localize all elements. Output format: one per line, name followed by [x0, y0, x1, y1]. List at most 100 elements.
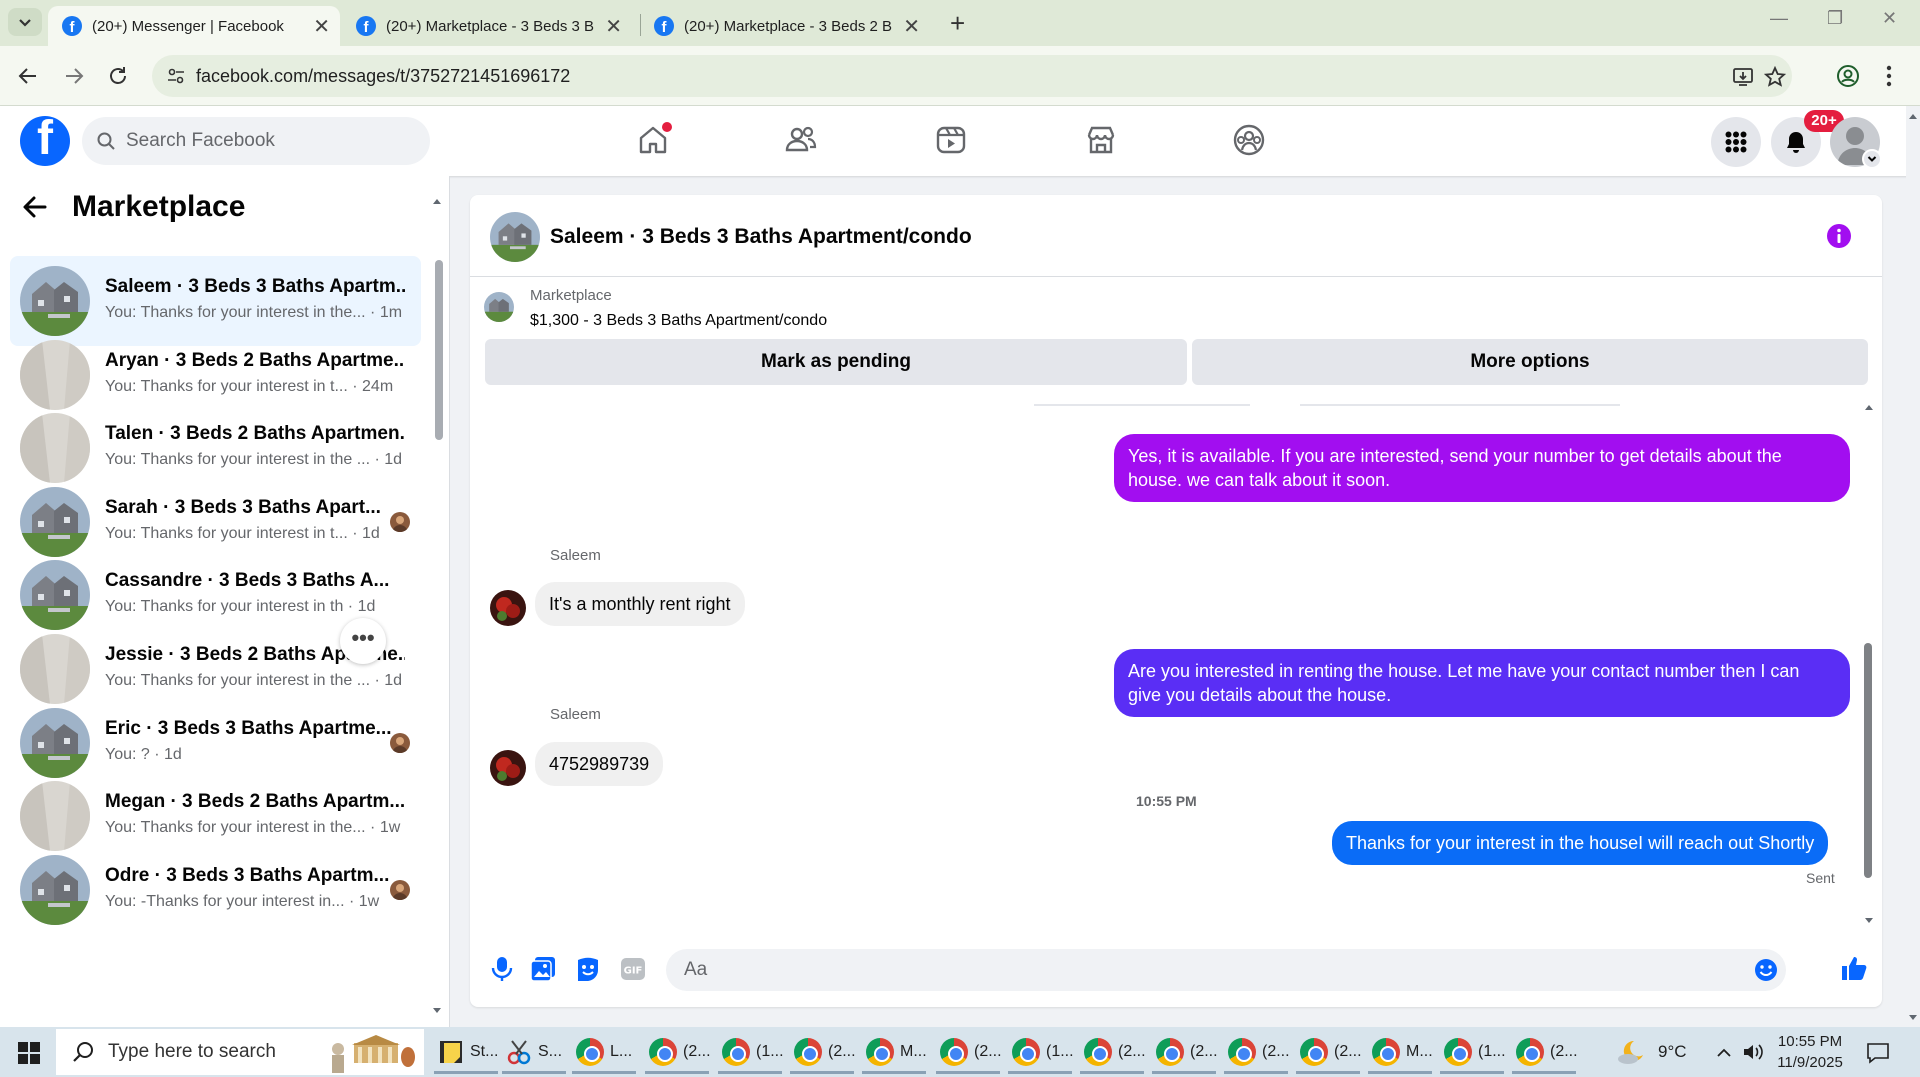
outgoing-message[interactable]: Yes, it is available. If you are interes…	[1114, 434, 1850, 502]
site-settings-icon[interactable]	[166, 66, 186, 86]
taskbar-app-label: (1...	[1046, 1043, 1074, 1060]
taskbar-app-button[interactable]: (2...	[934, 1030, 1002, 1074]
microphone-icon[interactable]	[490, 956, 514, 982]
emoji-icon[interactable]	[1754, 958, 1778, 982]
taskbar-app-button[interactable]: L...	[570, 1030, 638, 1074]
notification-center-icon[interactable]	[1866, 1042, 1890, 1064]
gif-icon[interactable]: GIF	[620, 956, 646, 982]
taskbar-app-button[interactable]: (1...	[1438, 1030, 1506, 1074]
outgoing-message[interactable]: Are you interested in renting the house.…	[1114, 649, 1850, 717]
panel-header: Marketplace	[22, 190, 245, 224]
close-tab-icon[interactable]: ✕	[903, 14, 920, 39]
taskbar-app-button[interactable]: St...	[432, 1030, 500, 1074]
taskbar-search[interactable]: Type here to search	[56, 1029, 424, 1075]
marketplace-icon[interactable]	[1084, 123, 1118, 157]
taskbar-app-button[interactable]: S...	[500, 1030, 568, 1074]
close-tab-icon[interactable]: ✕	[605, 14, 622, 39]
windows-start-icon[interactable]	[18, 1042, 40, 1064]
taskbar-app-button[interactable]: (2...	[1078, 1030, 1146, 1074]
listing-avatar[interactable]	[490, 212, 540, 262]
close-window-button[interactable]: ✕	[1882, 8, 1897, 29]
scroll-down-arrow-icon[interactable]	[1908, 1014, 1918, 1022]
taskbar-app-button[interactable]: (2...	[1150, 1030, 1218, 1074]
conversation-avatar[interactable]	[20, 634, 90, 704]
restore-window-button[interactable]: ❐	[1827, 8, 1843, 29]
taskbar-app-button[interactable]: (1...	[1006, 1030, 1074, 1074]
conversation-item[interactable]: Odre · 3 Beds 3 Baths Apartm... You: -Tha…	[10, 845, 421, 935]
video-icon[interactable]	[934, 123, 968, 157]
menu-button[interactable]	[1711, 117, 1761, 167]
conversation-avatar[interactable]	[20, 413, 90, 484]
scroll-down-arrow-icon[interactable]	[1864, 917, 1874, 925]
conversation-more-button[interactable]: •••	[340, 618, 386, 664]
photo-icon[interactable]	[530, 956, 556, 982]
browser-tab-marketplace-2[interactable]: f (20+) Marketplace - 3 Beds 2 B ✕	[640, 6, 930, 46]
conversation-avatar[interactable]	[20, 560, 90, 631]
tab-search-button[interactable]	[8, 8, 42, 36]
facebook-search[interactable]	[82, 117, 430, 165]
back-arrow-icon[interactable]	[16, 64, 40, 88]
conversation-avatar[interactable]	[20, 854, 90, 925]
taskbar-app-button[interactable]: M...	[1366, 1030, 1434, 1074]
address-bar[interactable]: facebook.com/messages/t/3752721451696172	[152, 55, 1792, 97]
conversation-avatar[interactable]	[20, 266, 90, 336]
conversation-avatar[interactable]	[20, 781, 90, 852]
preview-time: 1w	[379, 819, 401, 837]
message-input[interactable]	[684, 959, 1684, 981]
sender-avatar[interactable]	[490, 750, 526, 786]
scroll-up-arrow-icon[interactable]	[1864, 403, 1874, 411]
mark-as-pending-button[interactable]: Mark as pending	[485, 339, 1187, 385]
conversation-scrollbar-thumb[interactable]	[435, 260, 443, 440]
page-scrollbar[interactable]	[1906, 106, 1920, 1027]
groups-icon[interactable]	[1232, 123, 1266, 157]
minimize-window-button[interactable]: —	[1770, 8, 1788, 29]
conversation-avatar[interactable]	[20, 707, 90, 778]
browser-menu-icon[interactable]	[1884, 64, 1894, 88]
forward-arrow-icon[interactable]	[62, 64, 86, 88]
back-arrow-icon[interactable]	[22, 194, 48, 220]
chrome-icon	[649, 1038, 677, 1066]
taskbar-app-label: (2...	[1190, 1043, 1218, 1060]
chevron-up-icon[interactable]	[1716, 1046, 1732, 1058]
more-options-button[interactable]: More options	[1192, 339, 1868, 385]
browser-tab-messenger[interactable]: f (20+) Messenger | Facebook ✕	[48, 6, 340, 46]
taskbar-active-indicator	[1152, 1071, 1216, 1074]
reload-icon[interactable]	[106, 64, 130, 88]
weather-widget[interactable]: 9°C	[1616, 1027, 1687, 1077]
sticker-icon[interactable]	[575, 956, 601, 982]
info-icon[interactable]	[1826, 223, 1852, 249]
friends-icon[interactable]	[784, 123, 818, 157]
taskbar-app-button[interactable]: M...	[860, 1030, 928, 1074]
search-input[interactable]	[126, 130, 386, 152]
conversation-avatar[interactable]	[20, 486, 90, 557]
scroll-up-arrow-icon[interactable]	[1908, 112, 1918, 120]
taskbar-app-button[interactable]: (1...	[716, 1030, 784, 1074]
incoming-message[interactable]: 4752989739	[535, 742, 664, 786]
conversation-avatar[interactable]	[20, 339, 90, 410]
taskbar-app-button[interactable]: (2...	[643, 1030, 711, 1074]
search-icon	[97, 132, 115, 150]
incoming-message[interactable]: It's a monthly rent right	[535, 582, 745, 626]
taskbar-app-button[interactable]: (2...	[1222, 1030, 1290, 1074]
system-clock[interactable]: 10:55 PM 11/9/2025	[1760, 1031, 1860, 1073]
browser-tab-marketplace-1[interactable]: f (20+) Marketplace - 3 Beds 3 B ✕	[342, 6, 632, 46]
sender-avatar[interactable]	[490, 590, 526, 626]
account-chevron-button[interactable]	[1862, 149, 1882, 169]
facebook-logo-icon[interactable]: f	[20, 116, 70, 166]
outgoing-message[interactable]: Thanks for your interest in the houseI w…	[1332, 821, 1829, 865]
new-tab-button[interactable]: +	[950, 8, 965, 39]
taskbar-app-button[interactable]: (2...	[788, 1030, 856, 1074]
taskbar-app-button[interactable]: (2...	[1510, 1030, 1578, 1074]
thread-scrollbar-thumb[interactable]	[1864, 643, 1872, 878]
thumbs-up-icon[interactable]	[1840, 954, 1868, 982]
profile-icon[interactable]	[1836, 64, 1860, 88]
message-input-box[interactable]	[666, 949, 1786, 991]
install-app-icon[interactable]	[1732, 66, 1754, 88]
marketplace-listing-thumb[interactable]	[484, 292, 514, 322]
taskbar-app-button[interactable]: (2...	[1294, 1030, 1362, 1074]
bookmark-star-icon[interactable]	[1764, 66, 1786, 88]
chat-title[interactable]: Saleem · 3 Beds 3 Baths Apartment/condo	[550, 225, 972, 249]
listing-price-title[interactable]: $1,300 - 3 Beds 3 Baths Apartment/condo	[530, 312, 827, 330]
close-tab-icon[interactable]: ✕	[313, 14, 330, 39]
url-text[interactable]: facebook.com/messages/t/3752721451696172	[196, 66, 570, 87]
